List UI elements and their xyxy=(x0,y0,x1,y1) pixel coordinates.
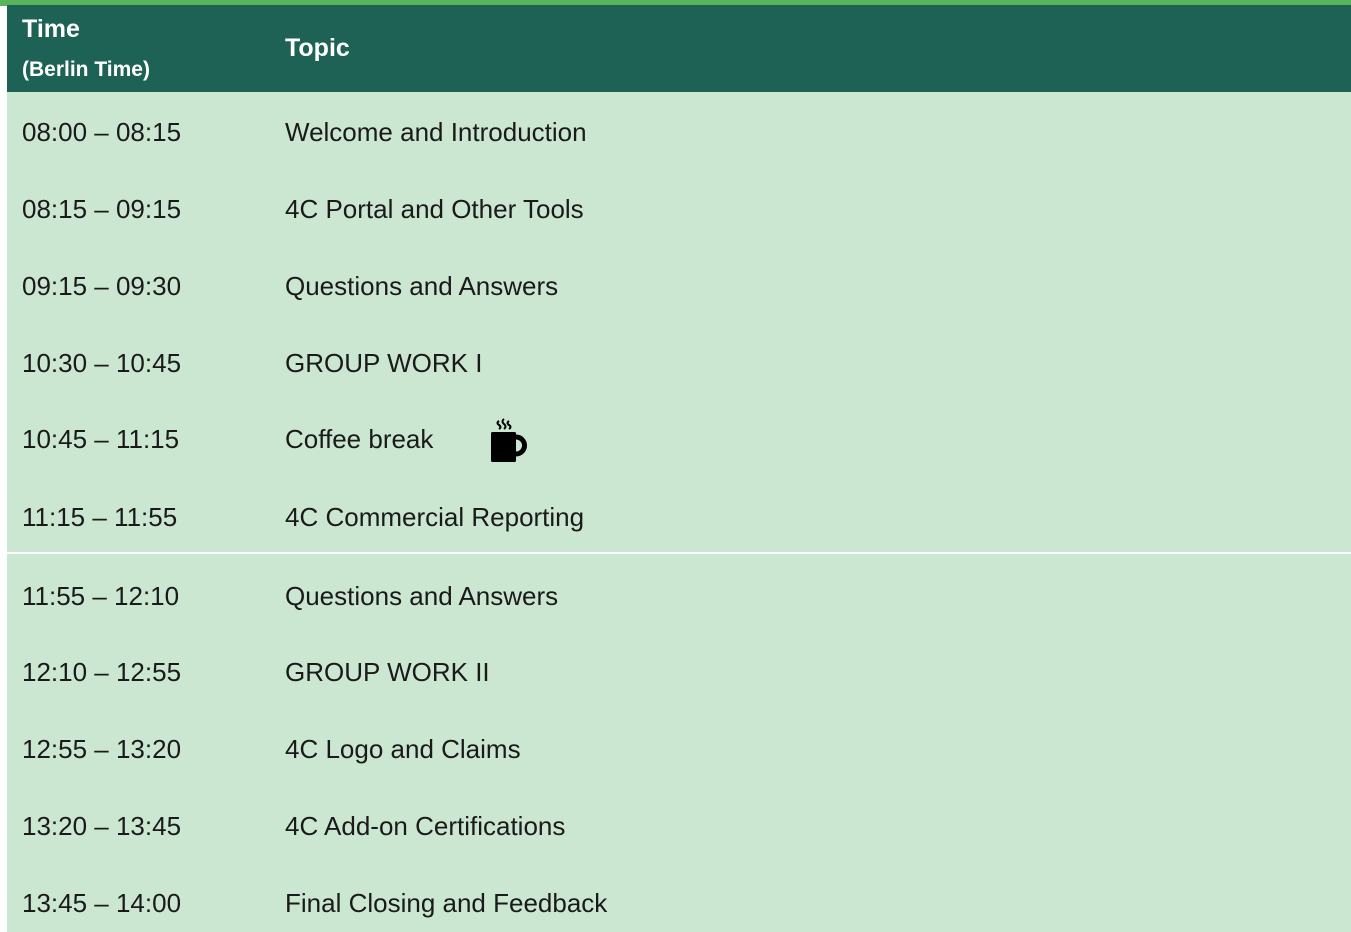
row-topic: Questions and Answers xyxy=(285,271,559,301)
row-time: 10:45 – 11:15 xyxy=(22,424,180,454)
table-row: 12:55 – 13:20 4C Logo and Claims xyxy=(7,734,1351,774)
row-time: 11:15 – 11:55 xyxy=(22,502,178,532)
row-time: 10:30 – 10:45 xyxy=(22,348,182,378)
row-topic: GROUP WORK II xyxy=(285,657,490,687)
table-row: 09:15 – 09:30 Questions and Answers xyxy=(7,271,1351,311)
row-topic: Final Closing and Feedback xyxy=(285,888,608,918)
row-topic: Welcome and Introduction xyxy=(285,117,587,147)
row-time: 13:45 – 14:00 xyxy=(22,888,182,918)
coffee-cup-icon xyxy=(491,418,527,462)
row-time: 08:00 – 08:15 xyxy=(22,117,182,147)
table-header: Time (Berlin Time) Topic xyxy=(7,5,1351,92)
table-row: 10:45 – 11:15 Coffee break xyxy=(7,418,1351,464)
row-topic: GROUP WORK I xyxy=(285,348,483,378)
table-row: 08:00 – 08:15 Welcome and Introduction xyxy=(7,117,1351,157)
row-time: 12:10 – 12:55 xyxy=(22,657,182,687)
row-time: 08:15 – 09:15 xyxy=(22,194,182,224)
table-body-section-1: 08:00 – 08:15 Welcome and Introduction 0… xyxy=(7,92,1351,552)
row-topic: 4C Add-on Certifications xyxy=(285,811,566,841)
table-row: 11:15 – 11:55 4C Commercial Reporting xyxy=(7,502,1351,542)
table-row: 08:15 – 09:15 4C Portal and Other Tools xyxy=(7,194,1351,234)
header-time-label: Time xyxy=(22,15,80,43)
header-time-sublabel: (Berlin Time) xyxy=(22,58,150,81)
row-topic: 4C Portal and Other Tools xyxy=(285,194,584,224)
row-time: 13:20 – 13:45 xyxy=(22,811,182,841)
table-row: 12:10 – 12:55 GROUP WORK II xyxy=(7,657,1351,697)
row-time: 09:15 – 09:30 xyxy=(22,271,182,301)
row-topic: Questions and Answers xyxy=(285,581,559,611)
table-body-section-2: 11:55 – 12:10 Questions and Answers 12:1… xyxy=(7,554,1351,932)
row-time: 11:55 – 12:10 xyxy=(22,581,180,611)
row-topic: Coffee break xyxy=(285,424,434,454)
table-row: 13:45 – 14:00 Final Closing and Feedback xyxy=(7,888,1351,928)
agenda-table: Time (Berlin Time) Topic 08:00 – 08:15 W… xyxy=(7,5,1351,932)
row-topic: 4C Commercial Reporting xyxy=(285,502,585,532)
table-row: 13:20 – 13:45 4C Add-on Certifications xyxy=(7,811,1351,851)
table-row: 11:55 – 12:10 Questions and Answers xyxy=(7,581,1351,621)
row-topic: 4C Logo and Claims xyxy=(285,734,521,764)
row-time: 12:55 – 13:20 xyxy=(22,734,182,764)
header-topic-label: Topic xyxy=(285,34,350,62)
table-row: 10:30 – 10:45 GROUP WORK I xyxy=(7,348,1351,388)
